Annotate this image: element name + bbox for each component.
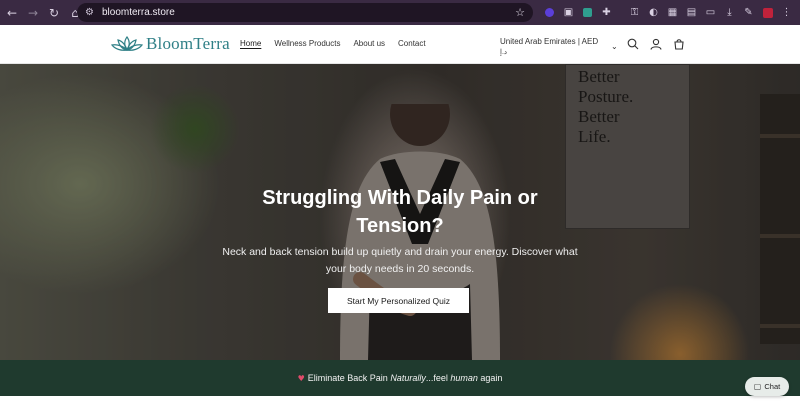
hero-subtitle: Neck and back tension build up quietly a… [222,246,578,275]
announcement-suffix: again [477,373,503,383]
heart-icon: ♥ [297,373,305,383]
address-bar[interactable]: ⚙ bloomterra.store ☆ [77,3,533,22]
extensions-bar: ▣ ✚ [540,4,616,21]
reload-icon[interactable]: ↻ [45,4,63,22]
nav-wellness-products[interactable]: Wellness Products [274,39,340,48]
extension-edit-icon[interactable]: ✎ [739,5,758,21]
brand-name[interactable]: BloomTerra [146,34,230,54]
url-text[interactable]: bloomterra.store [102,7,175,18]
announcement-mid: ...feel [425,373,451,383]
extension-translate-icon[interactable]: ◐ [644,5,663,21]
announcement-em-naturally: Naturally [390,373,426,383]
bookmark-star-icon[interactable]: ☆ [515,6,525,19]
chat-button[interactable]: ▢ Chat [745,377,789,396]
main-nav: Home Wellness Products About us Contact [240,39,439,48]
announcement-em-human: human [450,373,478,383]
chevron-down-icon: ⌄ [611,42,618,51]
browser-toolbar: ← → ↻ ⌂ ⚙ bloomterra.store ☆ ▣ ✚ ⚿ ◐ ▦ ▤… [0,0,800,25]
extension-panel-icon[interactable]: ▤ [682,5,701,21]
extensions-bar-right: ⚿ ◐ ▦ ▤ ▭ ⤓ ✎ ⋮ [625,4,796,21]
extension-camera-icon[interactable]: ▣ [559,5,578,21]
chat-label: Chat [764,382,781,391]
start-quiz-button[interactable]: Start My Personalized Quiz [328,288,469,313]
page-content-below [0,396,800,409]
extension-window-icon[interactable]: ▭ [701,5,720,21]
site-info-icon[interactable]: ⚙ [85,7,94,18]
locale-country: United Arab Emirates | AED [500,37,599,46]
menu-icon[interactable]: ⋮ [777,5,796,21]
forward-icon[interactable]: → [24,4,42,22]
search-icon[interactable] [626,37,640,51]
profile-avatar-icon[interactable] [758,5,777,21]
nav-contact[interactable]: Contact [398,39,426,48]
extensions-puzzle-icon[interactable]: ✚ [597,5,616,21]
hero-title: Struggling With Daily Pain or Tension? [262,187,538,237]
country-currency-selector[interactable]: United Arab Emirates | AED د.إ ⌄ [500,36,618,58]
extension-purple-icon[interactable] [540,5,559,21]
key-icon[interactable]: ⚿ [625,5,644,21]
lotus-icon [111,35,143,52]
download-icon[interactable]: ⤓ [720,5,739,21]
chat-bubble-icon: ▢ [753,382,762,391]
extension-teal-icon[interactable] [578,5,597,21]
locale-currency-symbol: د.إ [500,49,508,56]
site-header: BloomTerra Home Wellness Products About … [0,25,800,64]
nav-about-us[interactable]: About us [353,39,385,48]
hero-banner: Better Posture. Better Life. Struggling Wit… [0,64,800,360]
cart-icon[interactable] [672,37,686,51]
extension-grid-icon[interactable]: ▦ [663,5,682,21]
brand-logo[interactable]: BloomTerra [111,34,230,54]
nav-home[interactable]: Home [240,39,261,48]
announcement-prefix: Eliminate Back Pain [307,373,391,383]
back-icon[interactable]: ← [3,4,21,22]
account-icon[interactable] [649,37,663,51]
announcement-bar: ♥ Eliminate Back Pain Naturally ...feel h… [0,360,800,396]
